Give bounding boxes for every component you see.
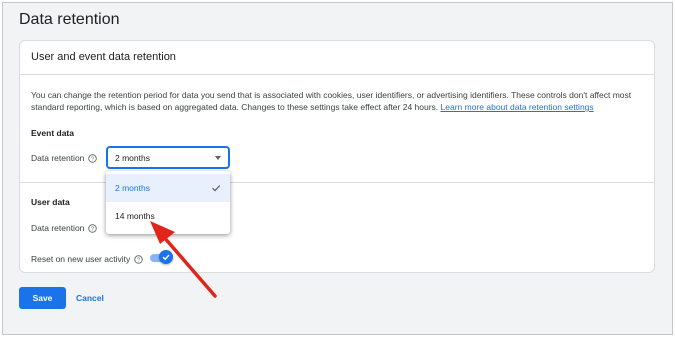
user-retention-label: Data retention ? <box>31 223 98 233</box>
card-title: User and event data retention <box>31 51 176 63</box>
cancel-button[interactable]: Cancel <box>76 287 104 309</box>
save-button[interactable]: Save <box>19 287 66 309</box>
help-icon[interactable]: ? <box>88 153 98 163</box>
select-value: 2 months <box>115 153 150 163</box>
retention-dropdown-menu: 2 months 14 months <box>106 171 230 234</box>
user-data-heading: User data <box>31 197 70 207</box>
description: You can change the retention period for … <box>31 89 647 113</box>
event-retention-label: Data retention ? <box>31 153 98 163</box>
user-retention-label-text: Data retention <box>31 223 85 233</box>
option-label: 14 months <box>115 211 155 221</box>
event-retention-select[interactable]: 2 months <box>106 146 230 169</box>
caret-down-icon <box>215 156 221 160</box>
event-retention-label-text: Data retention <box>31 153 85 163</box>
check-icon <box>162 254 170 261</box>
event-data-heading: Event data <box>31 128 74 138</box>
learn-more-link[interactable]: Learn more about data retention settings <box>441 102 594 112</box>
retention-card: User and event data retention You can ch… <box>19 40 655 273</box>
page-title: Data retention <box>19 11 120 28</box>
option-14-months[interactable]: 14 months <box>106 202 230 230</box>
help-icon[interactable]: ? <box>88 223 98 233</box>
divider <box>20 74 654 75</box>
check-icon <box>212 185 221 192</box>
reset-label: Reset on new user activity ? <box>31 254 143 264</box>
help-icon[interactable]: ? <box>134 254 143 264</box>
option-2-months[interactable]: 2 months <box>106 174 230 202</box>
reset-toggle[interactable] <box>150 250 173 264</box>
option-label: 2 months <box>115 183 150 193</box>
toggle-thumb <box>159 250 173 264</box>
reset-label-text: Reset on new user activity <box>31 254 131 264</box>
settings-panel: Data retention User and event data reten… <box>2 2 673 335</box>
